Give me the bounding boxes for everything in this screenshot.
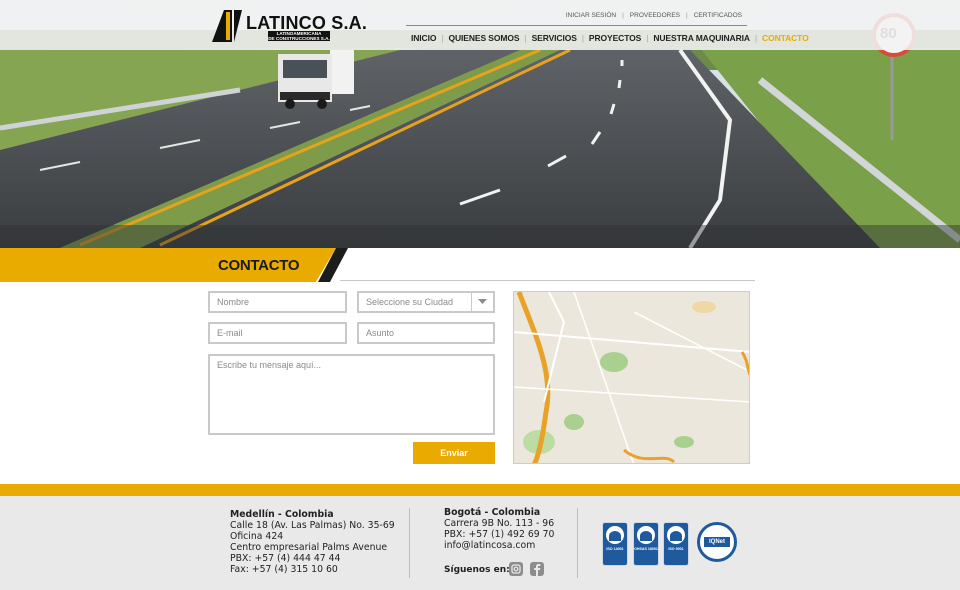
iqnet-label: IQNet [704, 537, 730, 547]
city-select-value: Seleccione su Ciudad [366, 297, 454, 307]
message-textarea[interactable]: Escribe tu mensaje aquí... [208, 354, 495, 435]
logo-subtitle-line-2: DE CONSTRUCCIONES S.A. [268, 36, 330, 41]
office-email-link[interactable]: info@latincosa.com [444, 540, 554, 551]
location-map[interactable] [513, 291, 750, 464]
badge-wave [640, 531, 652, 541]
office-line: PBX: +57 (1) 492 69 70 [444, 529, 555, 540]
utility-nav: INICIAR SESIÓN | PROVEEDORES | CERTIFICA… [566, 12, 742, 19]
nav-item-servicios[interactable]: SERVICIOS [527, 31, 582, 45]
footer: Medellín - Colombia Calle 18 (Av. Las Pa… [0, 496, 960, 590]
instagram-icon[interactable] [509, 562, 523, 576]
section-title-bar: CONTACTO [0, 248, 960, 282]
name-input[interactable]: Nombre [208, 291, 347, 313]
separator: | [686, 12, 688, 19]
chevron-down-icon[interactable] [471, 293, 493, 311]
office-bogota-heading: Bogotá - Colombia [444, 507, 541, 518]
nav-item-inicio[interactable]: INICIO [406, 31, 441, 45]
office-line: Fax: +57 (4) 315 10 60 [230, 564, 338, 575]
footer-accent-bar [0, 484, 960, 496]
office-medellin-heading: Medellín - Colombia [230, 509, 334, 520]
city-select[interactable]: Seleccione su Ciudad [357, 291, 495, 313]
footer-divider [409, 508, 410, 578]
office-line: Centro empresarial Palms Avenue [230, 542, 388, 553]
office-medellin: Medellín - Colombia Calle 18 (Av. Las Pa… [230, 509, 395, 575]
iso-14001-badge-icon: ISO 14001 [602, 522, 628, 566]
section-title: CONTACTO [218, 257, 300, 274]
facebook-icon[interactable] [530, 562, 544, 576]
office-line: Oficina 424 [230, 531, 284, 542]
iso-9001-badge-icon: ISO 9001 [663, 522, 689, 566]
nav-item-contacto[interactable]: CONTACTO [757, 31, 814, 45]
cert-label: ISO 14001 [606, 547, 624, 551]
nav-item-proyectos[interactable]: PROYECTOS [584, 31, 646, 45]
iqnet-seal-icon: IQNet [697, 522, 737, 562]
nav-item-nuestra-maquinaria[interactable]: NUESTRA MAQUINARIA [648, 31, 755, 45]
util-link-certificates[interactable]: CERTIFICADOS [694, 12, 742, 19]
email-input[interactable]: E-mail [208, 322, 347, 344]
nav-item-quienes-somos[interactable]: QUIENES SOMOS [443, 31, 524, 45]
office-line: PBX: +57 (4) 444 47 44 [230, 553, 341, 564]
ohsas-18001-badge-icon: OHSAS 18001 [633, 522, 659, 566]
cert-label: OHSAS 18001 [634, 547, 658, 551]
subject-input[interactable]: Asunto [357, 322, 495, 344]
office-bogota: Bogotá - Colombia Carrera 9B No. 113 - 9… [444, 507, 554, 551]
main-nav: INICIO | QUIENES SOMOS | SERVICIOS | PRO… [406, 31, 809, 45]
util-link-login[interactable]: INICIAR SESIÓN [566, 12, 616, 19]
office-line: Carrera 9B No. 113 - 96 [444, 518, 555, 529]
cert-label: ISO 9001 [668, 547, 684, 551]
page: 80 LATINCO S.A. LATINOAMERICANA DE CONST… [0, 0, 960, 590]
logo-subtitle: LATINOAMERICANA DE CONSTRUCCIONES S.A. [268, 31, 330, 41]
separator: | [622, 12, 624, 19]
follow-label: Síguenos en: [444, 565, 510, 575]
badge-wave [670, 531, 682, 541]
badge-wave [609, 531, 621, 541]
office-line: Calle 18 (Av. Las Palmas) No. 35-69 [230, 520, 395, 531]
footer-divider [577, 508, 578, 578]
send-button[interactable]: Enviar [413, 442, 495, 464]
nav-divider [406, 25, 747, 26]
util-link-suppliers[interactable]: PROVEEDORES [630, 12, 680, 19]
title-underline [340, 280, 755, 281]
